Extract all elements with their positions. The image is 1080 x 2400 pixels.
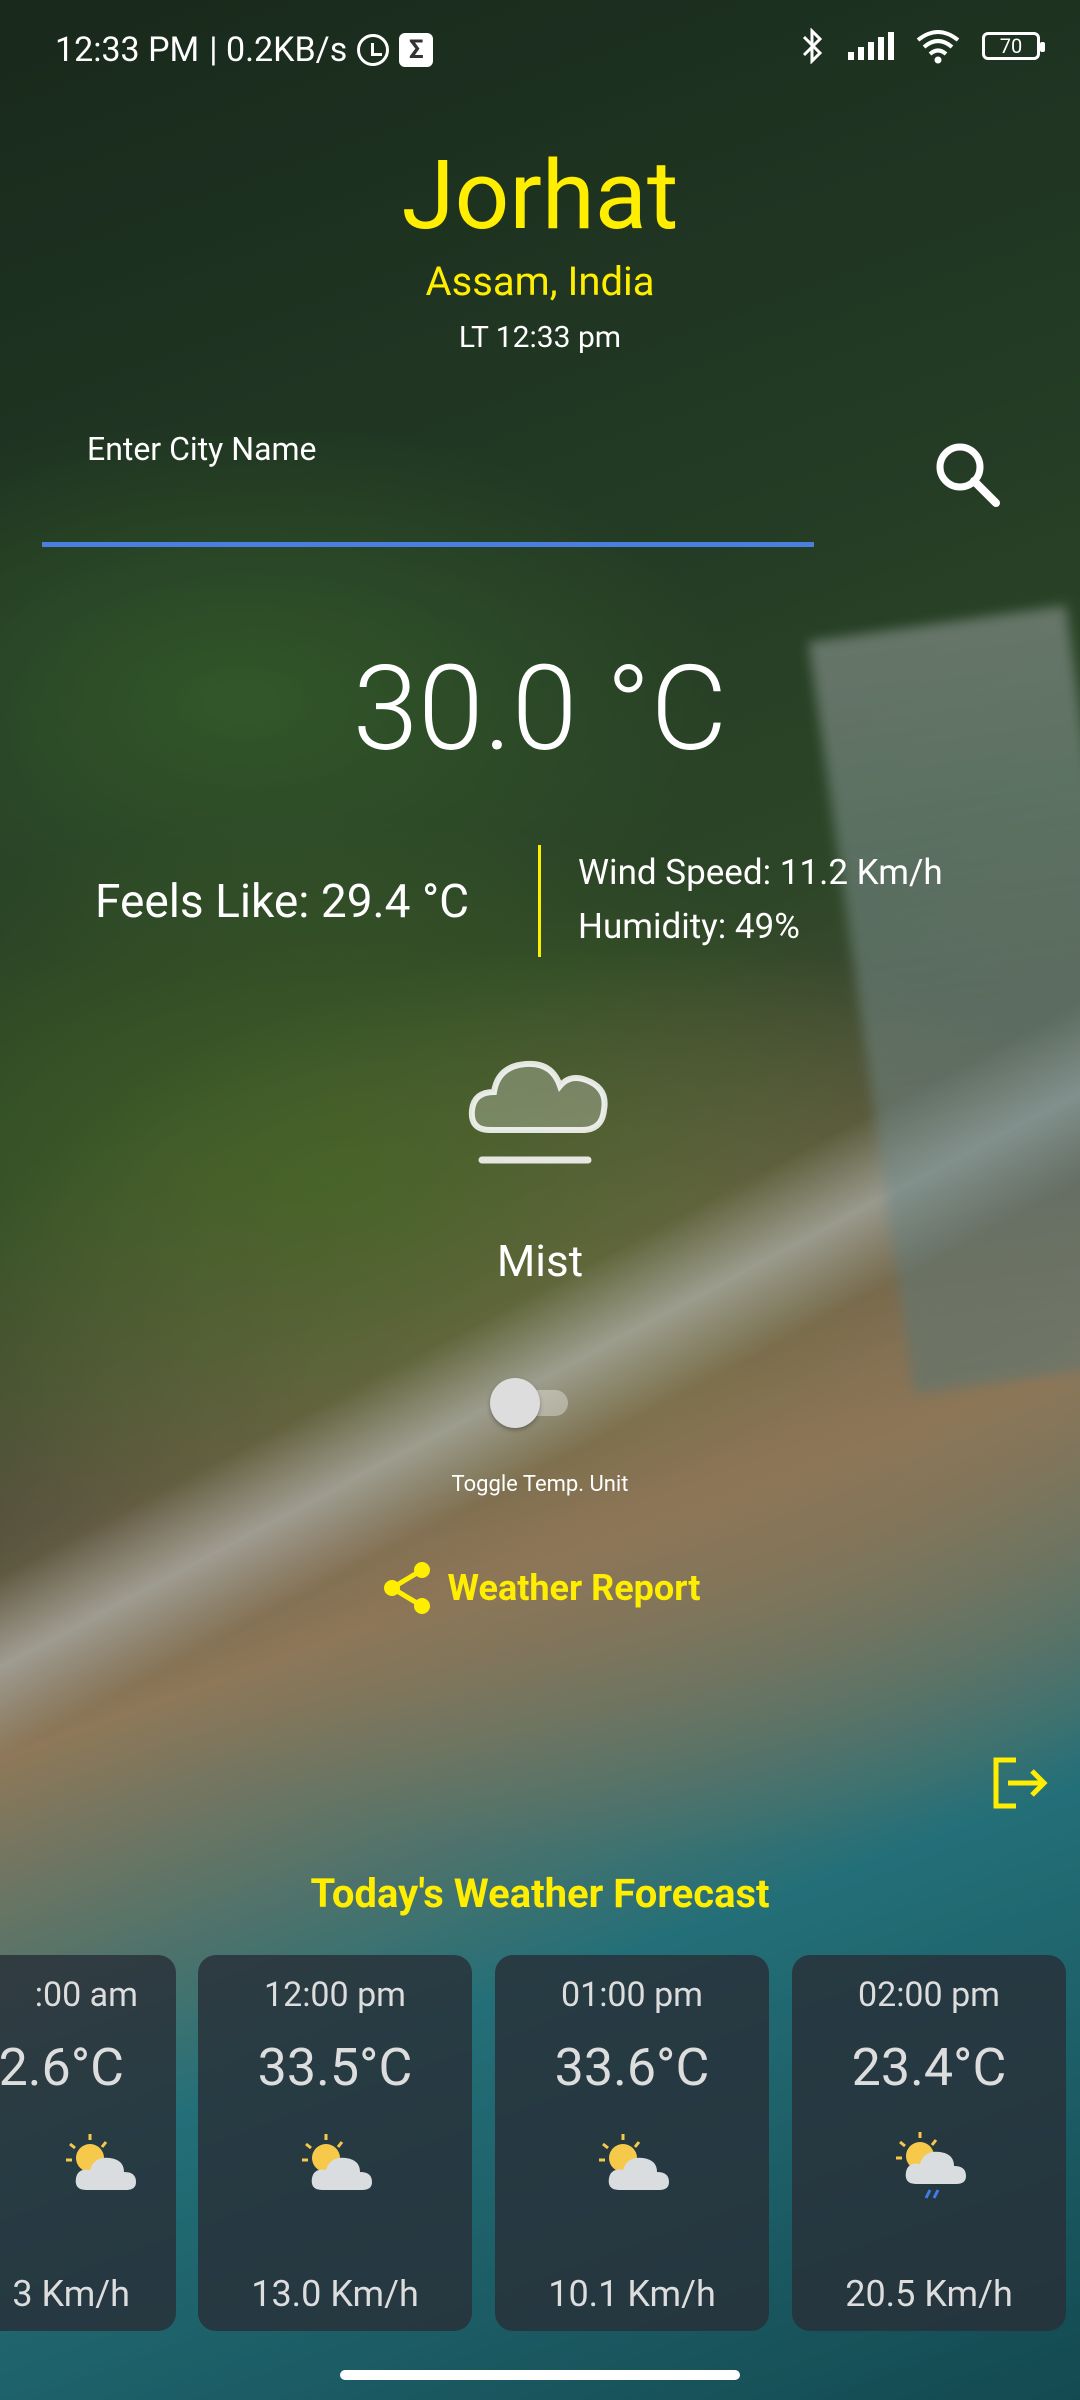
forecast-card: 01:00 pm 33.6°C 10.1 Km/h [495, 1955, 769, 2331]
battery-level: 70 [999, 34, 1023, 58]
forecast-temp: 33.5°C [257, 2037, 413, 2098]
forecast-wind: 10.1 Km/h [548, 2273, 716, 2315]
forecast-temp: 2.6°C [0, 2037, 124, 2098]
search-icon[interactable] [928, 435, 1008, 515]
forecast-temp: 33.6°C [554, 2037, 710, 2098]
status-left: 12:33 PM | 0.2KB/s Σ [55, 30, 434, 70]
city-search-input[interactable] [42, 470, 814, 547]
forecast-time: 02:00 pm [857, 1975, 1000, 2015]
toggle-label: Toggle Temp. Unit [451, 1472, 629, 1497]
forecast-card: 12:00 pm 33.5°C 13.0 Km/h [198, 1955, 472, 2331]
local-time: LT 12:33 pm [458, 320, 622, 355]
stats-divider [538, 845, 541, 957]
sigma-app-icon: Σ [399, 33, 434, 67]
status-bar: 12:33 PM | 0.2KB/s Σ 70 [0, 0, 1080, 100]
search-label: Enter City Name [87, 430, 317, 468]
wind-speed: Wind Speed: 11.2 Km/h [578, 852, 943, 893]
partly-cloudy-rain-icon [896, 2132, 966, 2199]
forecast-card: 02:00 pm 23.4°C 20.5 Km/h [792, 1955, 1066, 2331]
temp-unit-toggle[interactable] [490, 1378, 580, 1428]
toggle-knob [490, 1378, 540, 1428]
region-name: Assam, India [425, 258, 655, 305]
weather-report-share-button[interactable]: Weather Report [0, 1560, 1080, 1616]
partly-cloudy-icon [302, 2134, 372, 2190]
forecast-wind: 13.0 Km/h [251, 2273, 419, 2315]
home-gesture-bar[interactable] [340, 2370, 740, 2380]
battery-icon: 70 [982, 32, 1045, 60]
signal-icon [848, 32, 894, 60]
forecast-time: :00 am [34, 1975, 138, 2015]
forecast-card: :00 am 2.6°C 3 Km/h [0, 1955, 176, 2331]
logout-icon[interactable] [990, 1756, 1050, 1810]
feels-like: Feels Like: 29.4 °C [95, 875, 470, 929]
forecast-temp: 23.4°C [851, 2037, 1007, 2098]
partly-cloudy-icon [599, 2134, 669, 2190]
forecast-wind: 20.5 Km/h [845, 2273, 1013, 2315]
forecast-carousel[interactable]: :00 am 2.6°C 3 Km/h 12:00 pm 33.5°C 13.0… [0, 1955, 1080, 2335]
alarm-icon [357, 34, 390, 66]
network-speed: | 0.2KB/s [209, 30, 348, 70]
partly-cloudy-icon [66, 2134, 136, 2190]
forecast-title: Today's Weather Forecast [310, 1870, 770, 1917]
mist-cloud-icon [468, 1060, 608, 1164]
current-temperature: 30.0 °C [352, 640, 728, 778]
wifi-icon [916, 30, 960, 64]
forecast-time: 12:00 pm [263, 1975, 406, 2015]
weather-report-label: Weather Report [447, 1567, 701, 1609]
forecast-time: 01:00 pm [560, 1975, 703, 2015]
share-icon [383, 1562, 430, 1614]
status-time: 12:33 PM [55, 30, 200, 70]
humidity: Humidity: 49% [578, 906, 800, 947]
bluetooth-icon [802, 28, 823, 64]
city-name: Jorhat [401, 140, 679, 252]
weather-condition: Mist [496, 1235, 584, 1287]
forecast-wind: 3 Km/h [12, 2273, 130, 2315]
status-right: 70 [800, 28, 1045, 64]
